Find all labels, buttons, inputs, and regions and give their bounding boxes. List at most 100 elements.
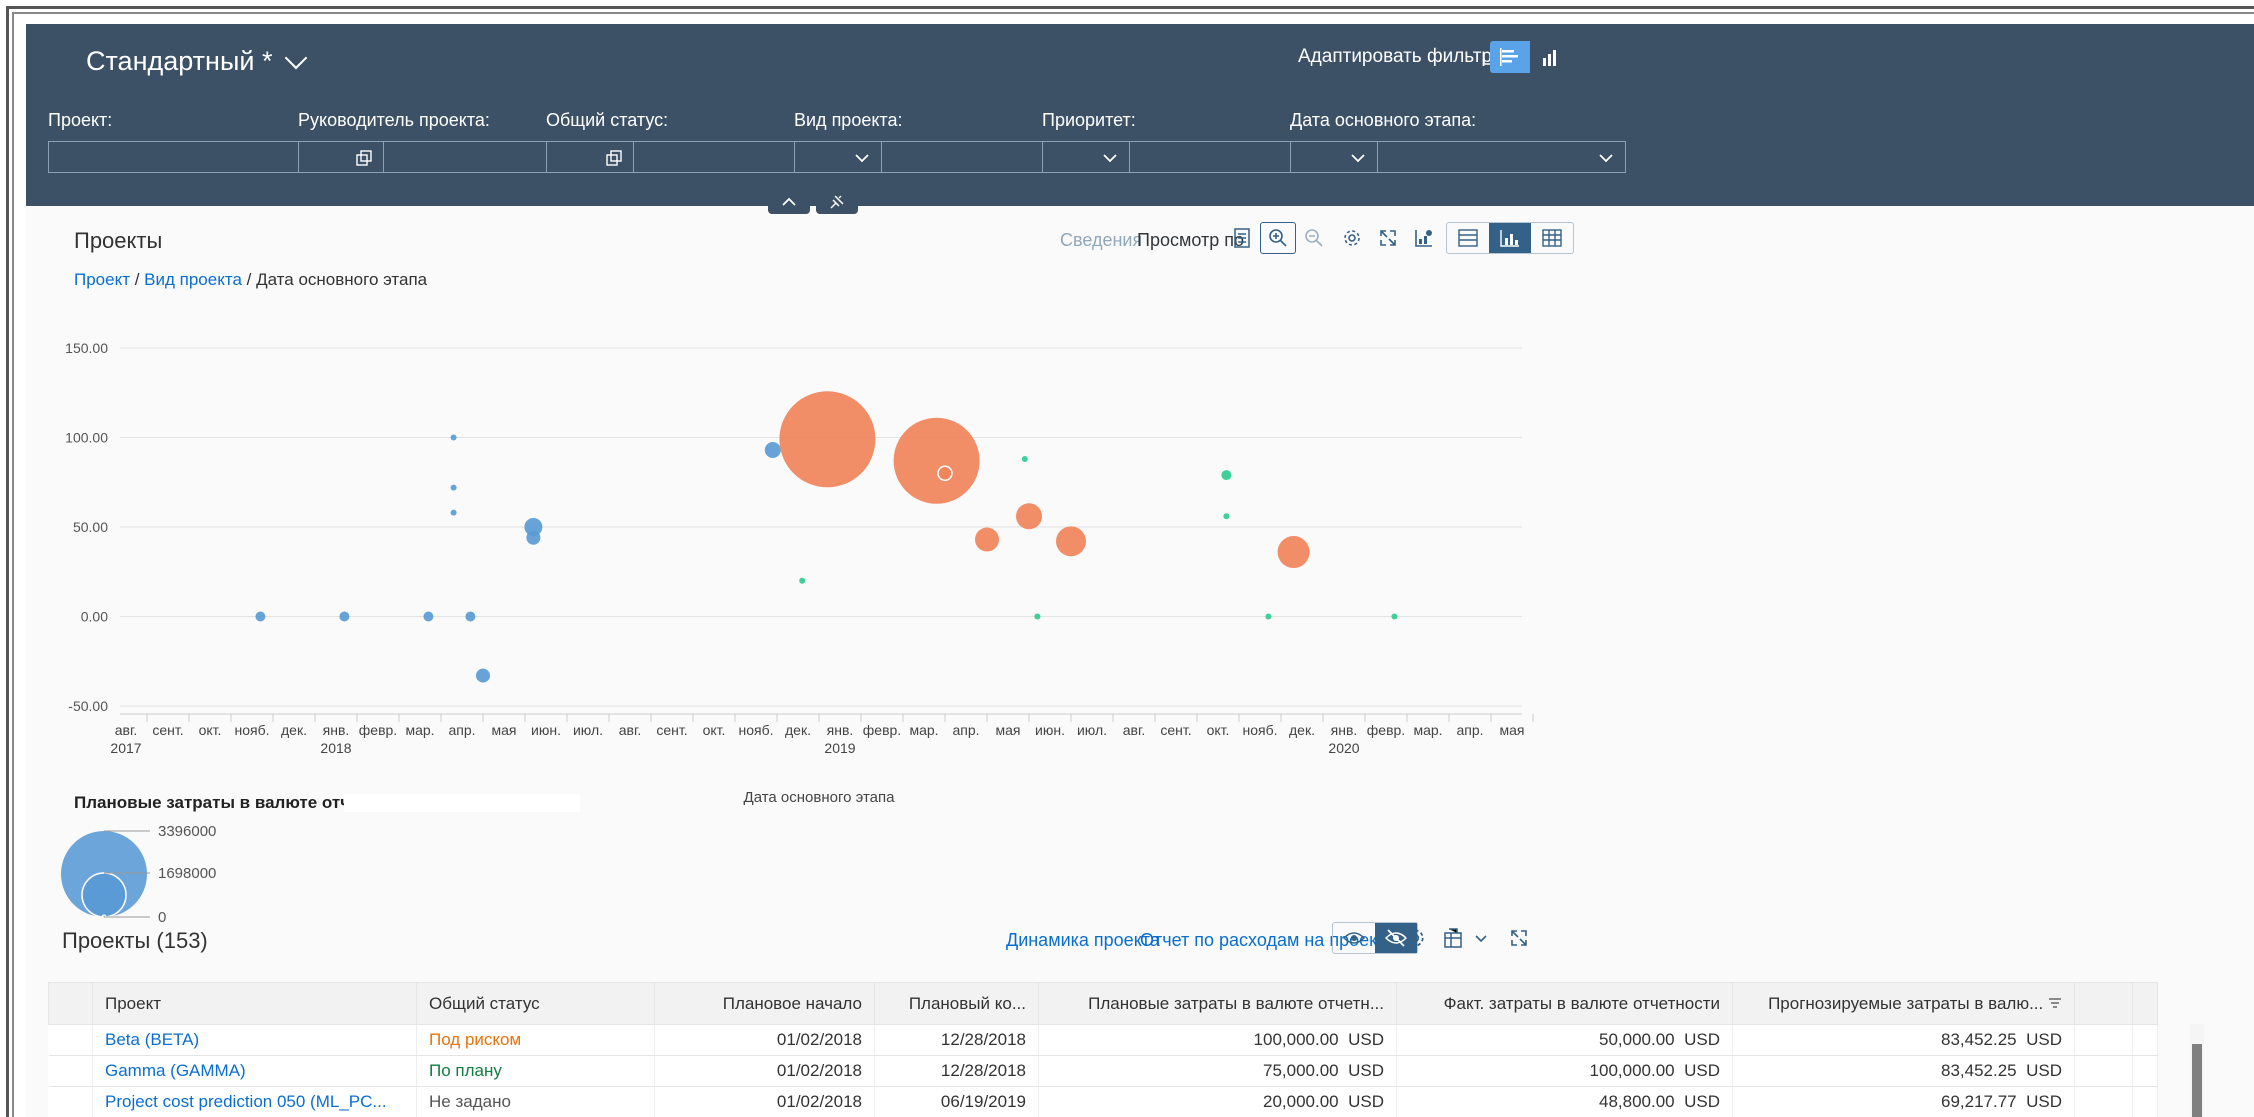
select-all-column[interactable] <box>48 982 93 1025</box>
project-link[interactable]: Gamma (GAMMA) <box>92 1055 417 1087</box>
table-chart-view-icon[interactable] <box>1447 223 1489 253</box>
table-row[interactable]: Beta (BETA) Под риском 01/02/2018 12/28/201… <box>48 1024 2158 1056</box>
column-header-planned-start[interactable]: Плановое начало <box>654 982 875 1025</box>
variant-selector[interactable]: Стандартный * <box>86 46 308 77</box>
fullscreen-icon[interactable] <box>1370 222 1406 254</box>
table-row[interactable]: Gamma (GAMMA) По плану 01/02/2018 12/28/201… <box>48 1055 2158 1087</box>
data-bubble[interactable] <box>339 611 350 622</box>
column-header-forecast-cost[interactable]: Прогнозируемые затраты в валю... <box>1732 982 2075 1025</box>
column-header-planned-cost[interactable]: Плановые затраты в валюте отчетн... <box>1038 982 1397 1025</box>
data-bubble[interactable] <box>779 391 876 488</box>
table-title: Проекты (153) <box>62 928 208 953</box>
bar-chart-view-icon[interactable] <box>1530 41 1570 73</box>
data-bubble[interactable] <box>1021 455 1028 462</box>
chart-view-icon[interactable] <box>1489 223 1531 253</box>
filterbar-collapse-controls <box>768 190 858 214</box>
legend-icon[interactable] <box>1224 222 1260 254</box>
x-tick-month: мар. <box>1413 722 1442 738</box>
currency: USD <box>2026 1030 2062 1049</box>
data-bubble[interactable] <box>1391 613 1398 620</box>
spacer-cell <box>2074 1055 2133 1087</box>
table-scrollbar-thumb[interactable] <box>2192 1044 2202 1117</box>
planned-cost-value: 20,000.00 <box>1263 1092 1339 1111</box>
data-bubble[interactable] <box>937 465 953 482</box>
spacer-cell <box>2074 1024 2133 1056</box>
legend-bubble-medium <box>81 872 127 918</box>
eye-icon[interactable] <box>1333 923 1375 953</box>
column-header-forecast-label: Прогнозируемые затраты в валю... <box>1768 993 2044 1013</box>
x-tick-year: 2017 <box>110 740 141 756</box>
chart-type-icon[interactable] <box>1406 222 1442 254</box>
project-link[interactable]: Project cost prediction 050 (ML_PC... <box>92 1086 417 1117</box>
data-bubble[interactable] <box>255 611 266 622</box>
fullscreen-icon[interactable] <box>1500 922 1538 954</box>
data-bubble[interactable] <box>764 442 781 459</box>
data-bubble[interactable] <box>975 527 999 552</box>
table-scrollbar[interactable] <box>2190 1024 2204 1117</box>
y-tick-label: -50.00 <box>68 698 108 714</box>
data-bubble[interactable] <box>423 611 434 622</box>
gear-icon[interactable] <box>1396 922 1434 954</box>
table-row[interactable]: Project cost prediction 050 (ML_PC... Не … <box>48 1086 2158 1117</box>
x-tick-month: окт. <box>1207 722 1230 738</box>
x-tick-month: сент. <box>1160 722 1191 738</box>
data-bubble[interactable] <box>476 668 490 683</box>
filter-milestone-date-select[interactable] <box>1290 141 1626 173</box>
data-bubble[interactable] <box>1223 513 1230 520</box>
breadcrumb-project[interactable]: Проект <box>74 270 130 289</box>
app-content: Стандартный * Адаптировать фильтры Проек… <box>26 24 2254 1117</box>
data-bubble[interactable] <box>450 484 457 491</box>
chevron-down-icon[interactable] <box>1597 149 1615 172</box>
column-header-actual-cost[interactable]: Факт. затраты в валюте отчетности <box>1396 982 1733 1025</box>
column-header-project[interactable]: Проект <box>92 982 417 1025</box>
x-tick-month: дек. <box>785 722 811 738</box>
collapse-header-button[interactable] <box>768 190 810 214</box>
x-tick-month: июн. <box>1035 722 1065 738</box>
project-dynamics-link[interactable]: Динамика проекта <box>1006 930 1160 951</box>
breadcrumb-separator: / <box>241 270 257 289</box>
data-bubble[interactable] <box>1221 470 1232 481</box>
data-bubble[interactable] <box>450 434 457 441</box>
x-tick-month: июн. <box>531 722 561 738</box>
data-bubble[interactable] <box>1277 536 1310 569</box>
data-bubble[interactable] <box>799 577 806 584</box>
x-tick-month: мая <box>996 722 1021 738</box>
chart-table-toggle <box>1490 41 1570 73</box>
data-bubble[interactable] <box>1265 613 1272 620</box>
data-bubble[interactable] <box>526 530 541 545</box>
gear-icon[interactable] <box>1334 222 1370 254</box>
y-tick-label: 0.00 <box>81 609 108 625</box>
list-view-icon[interactable] <box>1490 41 1530 73</box>
x-tick-month: июл. <box>1077 722 1107 738</box>
details-link[interactable]: Сведения <box>1060 230 1142 251</box>
data-bubble[interactable] <box>1034 613 1041 620</box>
data-bubble[interactable] <box>1016 503 1042 530</box>
project-link[interactable]: Beta (BETA) <box>92 1024 417 1056</box>
column-header-planned-end[interactable]: Плановый ко... <box>874 982 1039 1025</box>
data-bubble[interactable] <box>1056 526 1086 557</box>
chevron-down-icon[interactable] <box>1462 922 1500 954</box>
forecast-cost-cell: 69,217.77 USD <box>1732 1086 2075 1117</box>
data-bubble[interactable] <box>465 611 476 622</box>
actual-cost-value: 50,000.00 <box>1599 1030 1675 1049</box>
pin-header-button[interactable] <box>816 190 858 214</box>
breadcrumb-project-type[interactable]: Вид проекта <box>144 270 242 289</box>
zoom-out-icon[interactable] <box>1296 222 1332 254</box>
data-bubble[interactable] <box>893 417 980 504</box>
row-selector[interactable] <box>48 1024 93 1056</box>
planned-start-cell: 01/02/2018 <box>654 1086 875 1117</box>
zoom-in-icon[interactable] <box>1260 222 1296 254</box>
column-header-status[interactable]: Общий статус <box>416 982 655 1025</box>
row-selector[interactable] <box>48 1055 93 1087</box>
forecast-cost-value: 69,217.77 <box>1941 1092 2017 1111</box>
x-tick-month: апр. <box>1456 722 1483 738</box>
y-tick-label: 150.00 <box>65 340 108 356</box>
x-tick-month: дек. <box>1289 722 1315 738</box>
grid-view-icon[interactable] <box>1531 223 1573 253</box>
actual-cost-value: 48,800.00 <box>1599 1092 1675 1111</box>
x-tick-month: янв. <box>1331 722 1358 738</box>
filter-sort-icon <box>2049 997 2061 1008</box>
data-bubble[interactable] <box>450 509 457 516</box>
forecast-cost-cell: 83,452.25 USD <box>1732 1024 2075 1056</box>
row-selector[interactable] <box>48 1086 93 1117</box>
